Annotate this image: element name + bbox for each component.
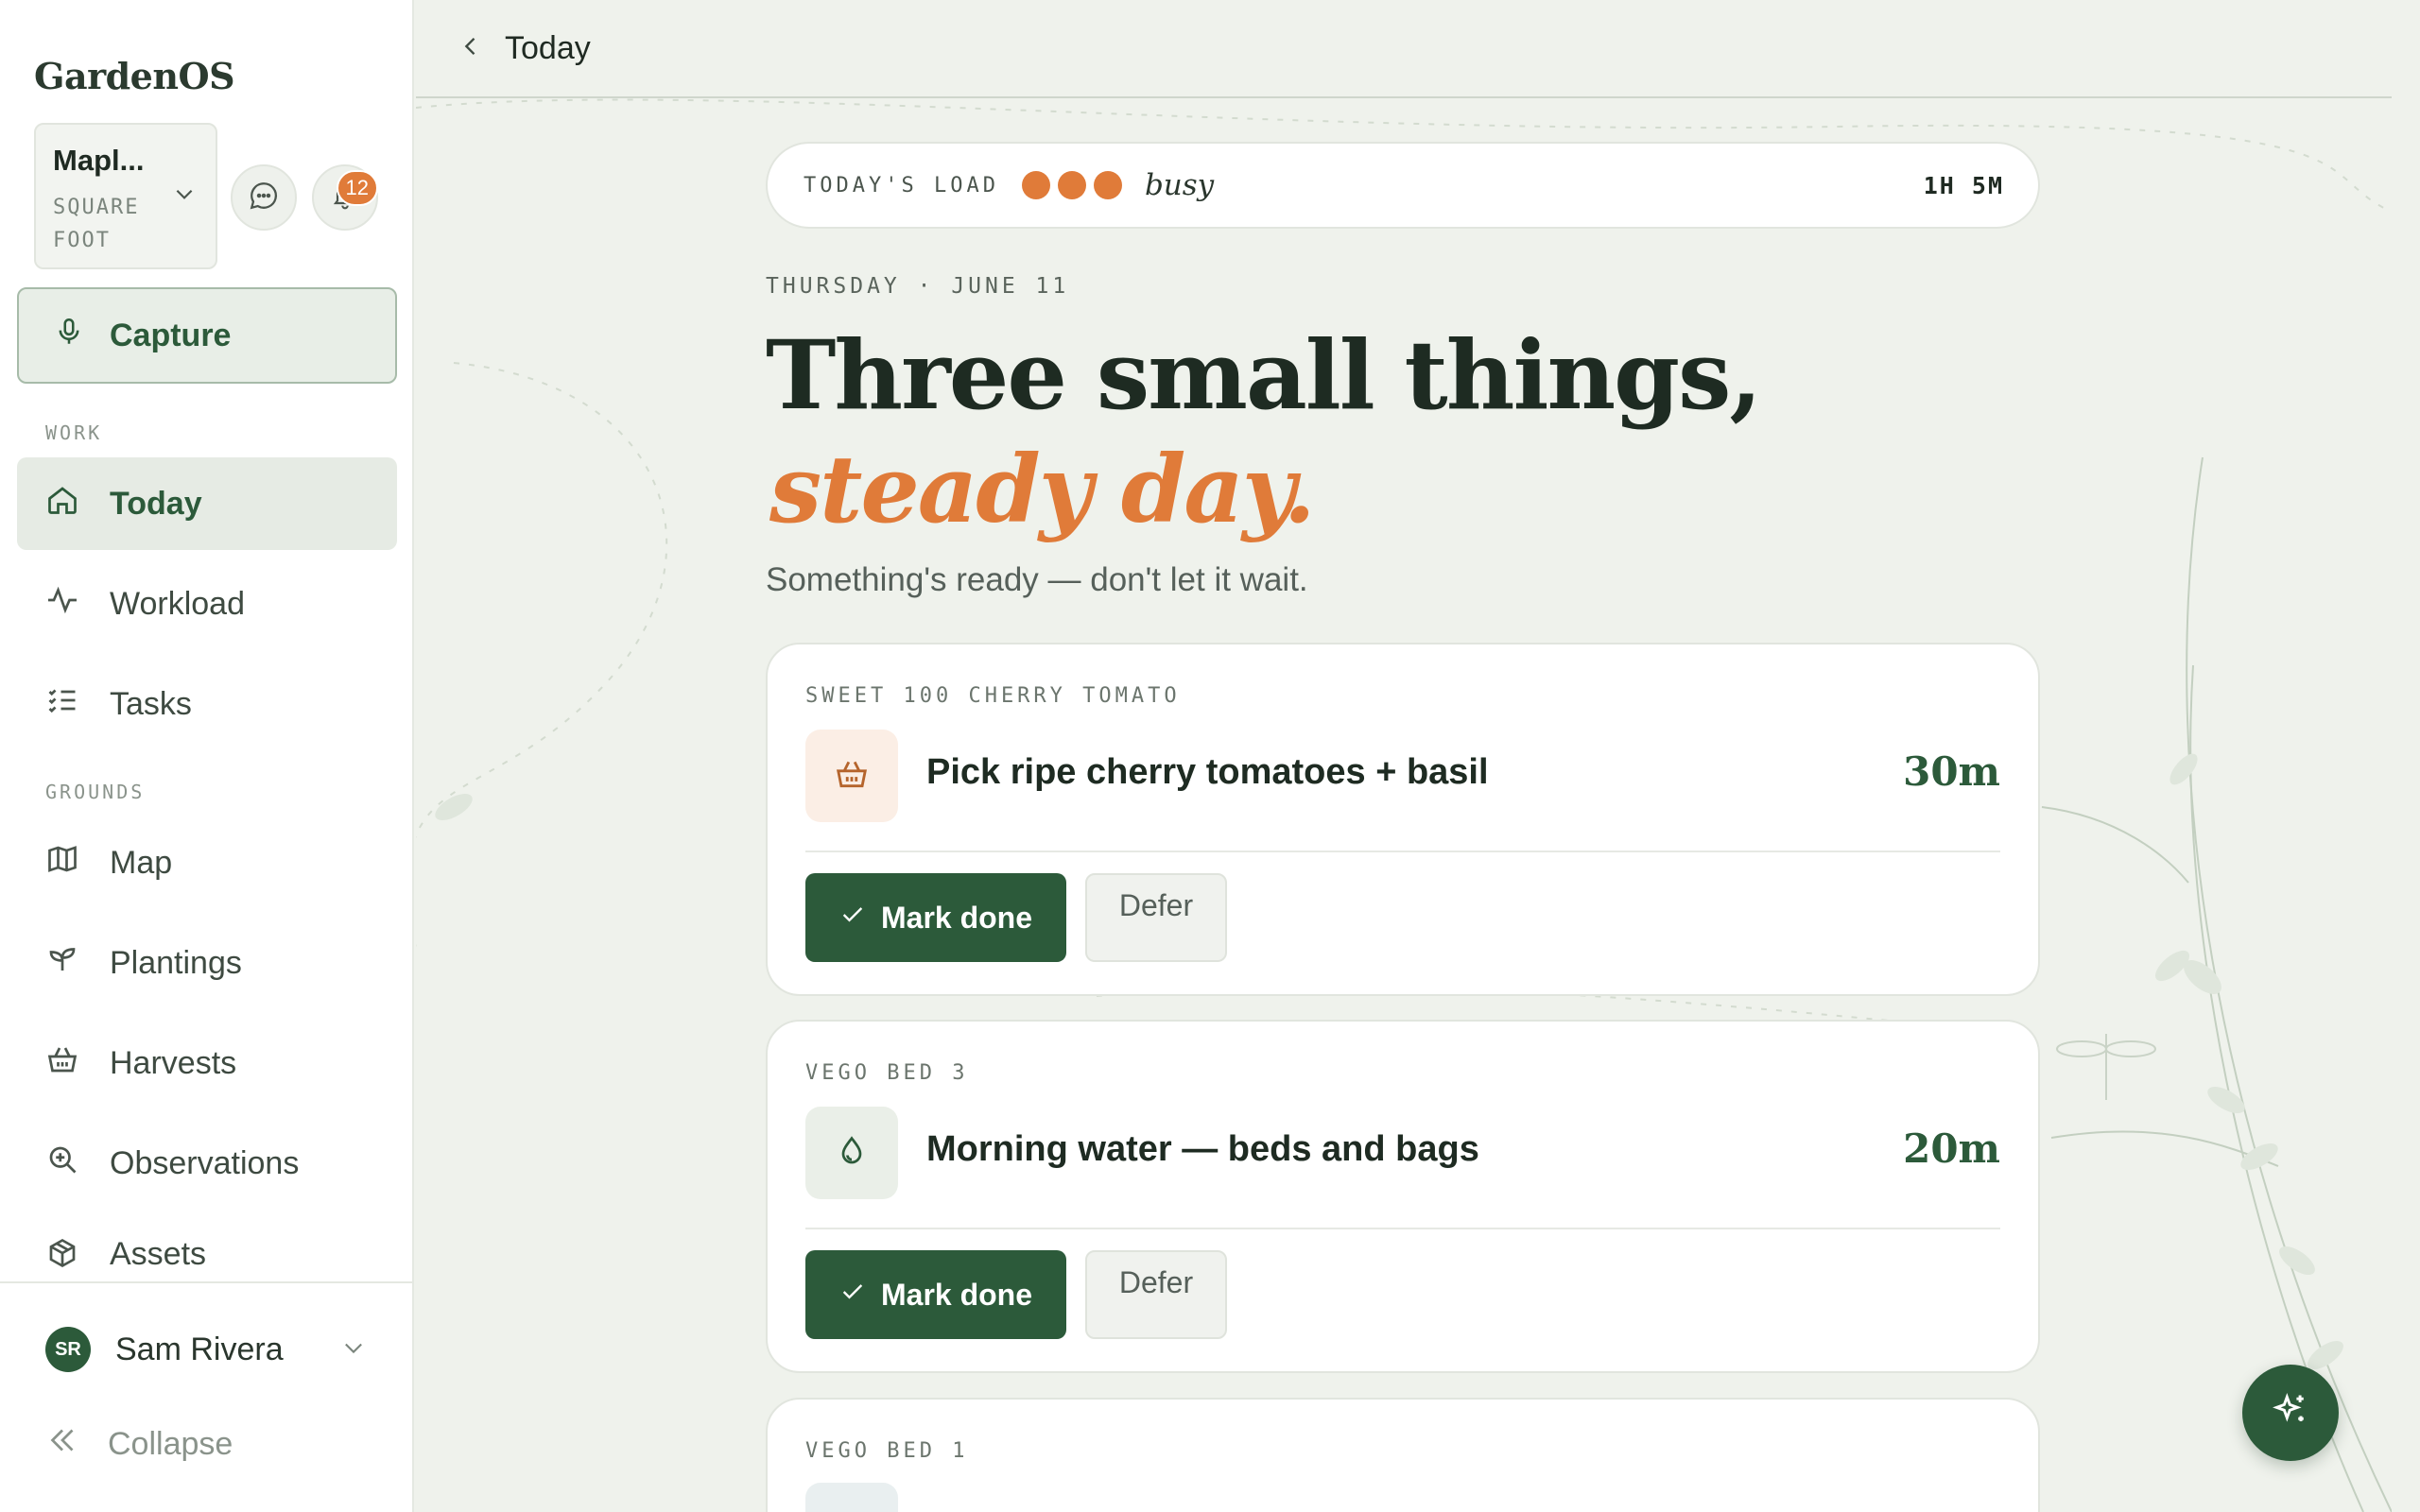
- defer-label: Defer: [1118, 1265, 1194, 1299]
- assistant-fab-button[interactable]: [2242, 1365, 2339, 1461]
- sparkle-icon: [2270, 1390, 2311, 1436]
- brand-logo: GardenOS: [34, 55, 235, 97]
- task-title: Pick ripe cherry tomatoes + basil: [926, 752, 1489, 792]
- activity-icon: [45, 583, 79, 626]
- sprout-icon: [45, 942, 79, 985]
- sidebar-item-label: Today: [110, 485, 202, 522]
- task-icon-tile: [805, 730, 898, 822]
- load-label: TODAY'S LOAD: [804, 173, 999, 198]
- task-card: VEGO BED 1: [766, 1398, 2040, 1512]
- task-location: VEGO BED 1: [805, 1439, 969, 1463]
- sidebar-item-label: Map: [110, 844, 173, 881]
- sidebar-item-today[interactable]: Today: [17, 457, 397, 550]
- user-menu[interactable]: SR Sam Rivera: [45, 1327, 367, 1372]
- defer-button[interactable]: Defer: [1085, 1250, 1227, 1339]
- headline-accent: steady day.: [769, 436, 1316, 544]
- double-chevron-left-icon: [45, 1423, 79, 1466]
- task-card: SWEET 100 CHERRY TOMATO Pick ripe cherry…: [766, 643, 2040, 996]
- task-title: Morning water — beds and bags: [926, 1129, 1479, 1169]
- load-level-word: busy: [1144, 168, 1215, 202]
- headline: Three small things,: [766, 319, 1762, 431]
- task-icon-tile: [805, 1483, 898, 1512]
- sidebar-item-label: Workload: [110, 585, 245, 622]
- sidebar-footer: SR Sam Rivera Collapse: [0, 1281, 412, 1512]
- user-name: Sam Rivera: [115, 1331, 284, 1367]
- load-dot: [1057, 171, 1086, 199]
- subline: Something's ready — don't let it wait.: [766, 561, 1308, 598]
- chat-bubble-icon: [248, 180, 280, 216]
- checklist-icon: [45, 683, 79, 726]
- avatar: SR: [45, 1327, 91, 1372]
- defer-label: Defer: [1118, 888, 1194, 922]
- microphone-icon: [53, 314, 85, 358]
- load-total-time: 1H 5M: [1923, 171, 2004, 199]
- mark-done-button[interactable]: Mark done: [805, 1250, 1066, 1339]
- check-icon: [839, 901, 866, 936]
- sidebar-item-label: Plantings: [110, 944, 242, 981]
- divider: [805, 850, 2000, 852]
- chevron-down-icon: [340, 1334, 367, 1366]
- page-title: Today: [505, 29, 591, 66]
- basket-icon: [834, 756, 870, 797]
- task-location: SWEET 100 CHERRY TOMATO: [805, 684, 1181, 708]
- divider: [805, 1228, 2000, 1229]
- capture-label: Capture: [110, 317, 232, 353]
- sidebar: GardenOS Mapl... SQUARE FOOT 12 Capture …: [0, 0, 414, 1512]
- droplet-icon: [835, 1134, 869, 1173]
- load-dot: [1021, 171, 1050, 199]
- collapse-sidebar-button[interactable]: Collapse: [45, 1423, 233, 1466]
- mark-done-button[interactable]: Mark done: [805, 873, 1066, 962]
- collapse-label: Collapse: [108, 1426, 233, 1462]
- task-card: VEGO BED 3 Morning water — beds and bags…: [766, 1020, 2040, 1373]
- back-chevron-icon[interactable]: [458, 33, 484, 64]
- check-icon: [839, 1278, 866, 1313]
- sidebar-item-plantings[interactable]: Plantings: [17, 917, 397, 1009]
- mark-done-label: Mark done: [880, 900, 1033, 935]
- task-duration: 30m: [1903, 748, 2000, 795]
- box-icon: [45, 1236, 79, 1279]
- sidebar-item-label: Observations: [110, 1144, 300, 1181]
- todays-load-bar: TODAY'S LOAD busy 1H 5M: [766, 142, 2040, 229]
- basket-icon: [45, 1042, 79, 1085]
- sidebar-item-label: Assets: [110, 1236, 207, 1272]
- notifications-button[interactable]: 12: [312, 164, 378, 231]
- sidebar-item-map[interactable]: Map: [17, 816, 397, 909]
- capture-button[interactable]: Capture: [17, 287, 397, 384]
- home-icon: [45, 483, 79, 525]
- notification-badge: 12: [336, 170, 378, 206]
- load-dot: [1093, 171, 1122, 199]
- task-duration: 20m: [1903, 1125, 2000, 1172]
- sidebar-item-observations[interactable]: Observations: [17, 1117, 397, 1210]
- page-header: Today: [416, 0, 2392, 98]
- section-label-work: WORK: [45, 421, 103, 444]
- sidebar-item-tasks[interactable]: Tasks: [17, 658, 397, 750]
- defer-button[interactable]: Defer: [1085, 873, 1227, 962]
- map-icon: [45, 842, 79, 885]
- sidebar-item-label: Tasks: [110, 685, 192, 722]
- mark-done-label: Mark done: [880, 1277, 1033, 1312]
- task-icon-tile: [805, 1107, 898, 1199]
- sidebar-item-label: Harvests: [110, 1044, 237, 1081]
- sidebar-item-harvests[interactable]: Harvests: [17, 1017, 397, 1109]
- sidebar-item-assets[interactable]: Assets: [17, 1215, 397, 1281]
- magnify-plus-icon: [45, 1143, 79, 1185]
- load-level-indicator: [1021, 171, 1122, 199]
- chevron-down-icon: [172, 181, 197, 211]
- date-line: THURSDAY · JUNE 11: [766, 274, 1070, 299]
- section-label-grounds: GROUNDS: [45, 781, 146, 803]
- sidebar-item-workload[interactable]: Workload: [17, 558, 397, 650]
- workspace-switcher[interactable]: Mapl... SQUARE FOOT: [34, 123, 217, 269]
- workspace-name: Mapl...: [53, 144, 145, 177]
- messages-button[interactable]: [231, 164, 297, 231]
- task-location: VEGO BED 3: [805, 1061, 969, 1085]
- workspace-type: SQUARE FOOT: [53, 196, 140, 252]
